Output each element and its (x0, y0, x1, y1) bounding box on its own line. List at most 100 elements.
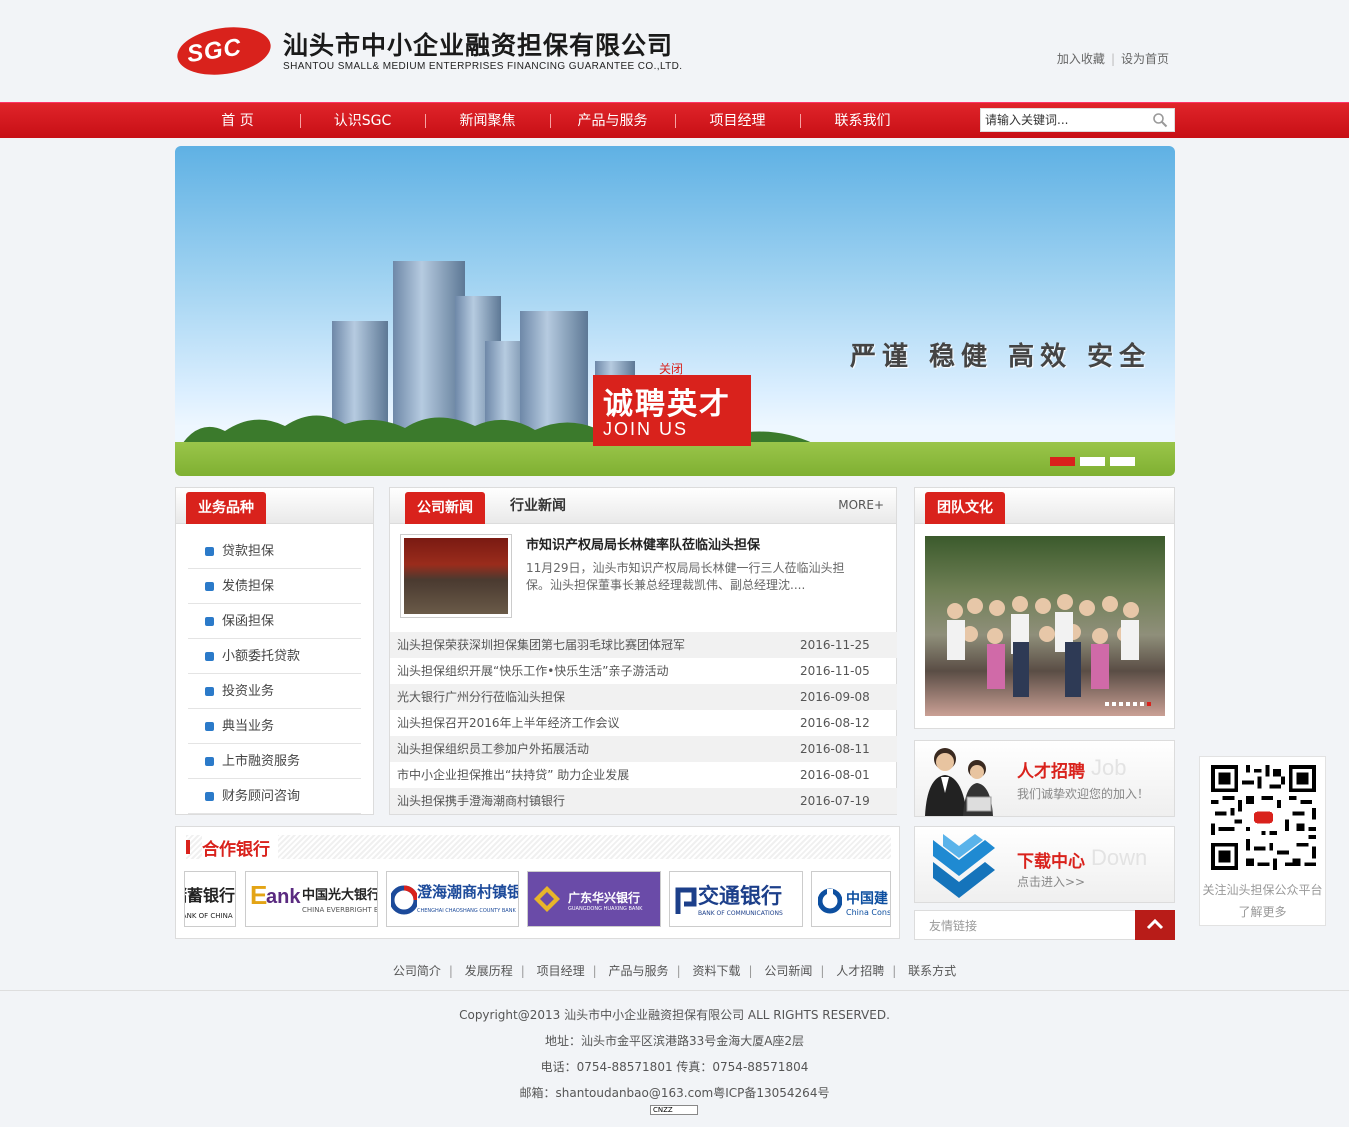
everbright-ank: ank (266, 886, 301, 908)
news-row[interactable]: 汕头担保荣获深圳担保集团第七届羽毛球比赛团体冠军 2016-11-25 (390, 632, 897, 658)
business-list: 贷款担保 发债担保 保函担保 小额委托贷款 投资业务 典当业务 上市融资服务 财… (188, 534, 361, 814)
recruit-title: 人才招聘 (1017, 762, 1085, 782)
chenghai-logo-icon (391, 885, 417, 915)
friend-links-toggle[interactable] (1135, 910, 1175, 940)
news-row[interactable]: 市中小企业担保推出“扶持贷” 助力企业发展 2016-08-01 (390, 762, 897, 788)
search-icon[interactable] (1152, 112, 1168, 128)
huaxing-logo-icon (534, 886, 560, 912)
footer-link[interactable]: 公司新闻 (764, 964, 812, 978)
chevron-up-icon (1146, 918, 1164, 930)
join-us-popup[interactable]: 诚聘英才 JOIN US (593, 375, 751, 446)
main-nav: 首 页 认识SGC 新闻聚焦 产品与服务 项目经理 联系我们 (0, 102, 1349, 138)
download-title: 下载中心 (1017, 852, 1085, 872)
team-photo[interactable] (925, 536, 1165, 716)
footer-link[interactable]: 联系方式 (908, 964, 956, 978)
search-box (980, 108, 1175, 132)
culture-panel: 团队文化 (914, 487, 1175, 729)
search-input[interactable] (981, 109, 1146, 131)
bank-logo-bocom[interactable]: 交通银行 BANK OF COMMUNICATIONS (669, 871, 803, 927)
news-row[interactable]: 汕头担保组织开展“快乐工作•快乐生活”亲子游活动 2016-11-05 (390, 658, 897, 684)
list-item[interactable]: 小额委托贷款 (188, 639, 361, 674)
slide-indicators (1050, 457, 1135, 466)
news-row[interactable]: 汕头担保组织员工参加户外拓展活动 2016-08-11 (390, 736, 897, 762)
download-title-en: Down (1091, 845, 1148, 870)
tab-industry-news[interactable]: 行业新闻 (510, 488, 566, 524)
everbright-mark: E (250, 880, 268, 910)
news-list: 汕头担保荣获深圳担保集团第七届羽毛球比赛团体冠军 2016-11-25 汕头担保组… (390, 632, 897, 814)
business-panel: 业务品种 贷款担保 发债担保 保函担保 小额委托贷款 投资业务 典当业务 上市融… (175, 487, 374, 815)
arrow-bullet-icon (205, 617, 214, 626)
footer-address: 地址：汕头市金平区滨港路33号金海大厦A座2层 (544, 1034, 805, 1048)
news-row[interactable]: 汕头担保召开2016年上半年经济工作会议 2016-08-12 (390, 710, 897, 736)
friend-links-label: 友情链接 (929, 919, 978, 933)
site-logo[interactable]: SGC 汕头市中小企业融资担保有限公司 SHANTOU SMALL& MEDIU… (174, 21, 717, 81)
footer-link[interactable]: 资料下载 (692, 964, 740, 978)
slide-dot[interactable] (1080, 457, 1105, 466)
bocom-logo-icon (675, 887, 697, 914)
featured-news-image[interactable] (400, 534, 512, 618)
list-item[interactable]: 投资业务 (188, 674, 361, 709)
nav-news[interactable]: 新闻聚焦 (425, 103, 550, 139)
business-tab: 业务品种 (186, 492, 266, 524)
slide-dot[interactable] (1050, 457, 1075, 466)
bank-logo-everbright[interactable]: E ank 中国光大银行 CHINA EVERBRIGHT BANK (245, 871, 378, 927)
more-link[interactable]: MORE+ (838, 498, 884, 512)
join-us-title-cn: 诚聘英才 (603, 387, 731, 422)
add-favorite-link[interactable]: 加入收藏 (1057, 52, 1105, 66)
footer-link[interactable]: 发展历程 (465, 964, 513, 978)
business-people-icon (925, 748, 993, 816)
list-item[interactable]: 发债担保 (188, 569, 361, 604)
slide-dot[interactable] (1110, 457, 1135, 466)
footer-copyright: Copyright@2013 汕头市中小企业融资担保有限公司 ALL RIGHT… (459, 1008, 890, 1022)
set-homepage-link[interactable]: 设为首页 (1121, 52, 1169, 66)
footer-link[interactable]: 人才招聘 (836, 964, 884, 978)
bank-logo-chenghai[interactable]: 澄海潮商村镇银行 CHENGHAI CHAOSHANG COUNTY BANK (386, 871, 519, 927)
company-name-en: SHANTOU SMALL& MEDIUM ENTERPRISES FINANC… (283, 61, 683, 72)
download-promo[interactable]: 下载中心 Down 点击进入>> (914, 826, 1175, 903)
friend-links-select[interactable]: 友情链接 (914, 910, 1175, 940)
nav-about[interactable]: 认识SGC (300, 103, 425, 139)
arrow-bullet-icon (205, 547, 214, 556)
news-row[interactable]: 汕头担保携手澄海潮商村镇银行 2016-07-19 (390, 788, 897, 814)
top-links: 加入收藏 | 设为首页 (1056, 52, 1169, 66)
news-panel: 公司新闻 行业新闻 MORE+ 市知识产权局局长林健率队莅临汕头担保 11月29… (389, 487, 897, 815)
bank-logo-ccb[interactable]: 中国建 China Constru (811, 871, 891, 927)
hero-banner[interactable]: 严谨 稳健 高效 安全 关闭 诚聘英才 JOIN US (175, 146, 1175, 476)
bank-logo-postal[interactable]: 储蓄银行 BANK OF CHINA (184, 871, 236, 927)
team-photo-indicators (1105, 702, 1151, 706)
banks-title-bar (186, 840, 190, 854)
qr-code-icon (1207, 761, 1320, 874)
arrow-bullet-icon (205, 687, 214, 696)
tab-company-news[interactable]: 公司新闻 (405, 492, 485, 524)
recruit-promo[interactable]: 人才招聘 Job 我们诚挚欢迎您的加入！ (914, 740, 1175, 817)
arrow-bullet-icon (205, 722, 214, 731)
nav-managers[interactable]: 项目经理 (675, 103, 800, 139)
nav-home[interactable]: 首 页 (175, 103, 300, 139)
list-item[interactable]: 财务顾问咨询 (188, 779, 361, 814)
list-item[interactable]: 保函担保 (188, 604, 361, 639)
footer-link[interactable]: 产品与服务 (609, 964, 669, 978)
list-item[interactable]: 贷款担保 (188, 534, 361, 569)
qr-caption-line1: 关注汕头担保公众平台 (1202, 883, 1323, 897)
recruit-subtitle: 我们诚挚欢迎您的加入！ (1017, 787, 1150, 801)
footer-link[interactable]: 项目经理 (537, 964, 585, 978)
footer-nav: 公司简介 | 发展历程 | 项目经理 | 产品与服务 | 资料下载 | 公司新闻 | 人才招… (392, 964, 957, 978)
bank-logo-huaxing[interactable]: 广东华兴银行 GUANGDONG HUAXING BANK (527, 871, 661, 927)
footer-link[interactable]: 公司简介 (393, 964, 441, 978)
featured-news-desc: 11月29日，汕头市知识产权局局长林健一行三人莅临汕头担保。汕头担保董事长兼总经… (526, 561, 845, 592)
nav-contact[interactable]: 联系我们 (800, 103, 925, 139)
team-people-graphic (947, 594, 1139, 697)
featured-news-title[interactable]: 市知识产权局局长林健率队莅临汕头担保 (526, 534, 760, 553)
news-row[interactable]: 光大银行广州分行莅临汕头担保 2016-09-08 (390, 684, 897, 710)
wechat-qr-box: 关注汕头担保公众平台 了解更多 (1199, 756, 1326, 926)
nav-products[interactable]: 产品与服务 (550, 103, 675, 139)
list-item[interactable]: 典当业务 (188, 709, 361, 744)
arrow-bullet-icon (205, 582, 214, 591)
sgc-logo-mark: SGC (174, 21, 274, 81)
footer-email: 邮箱：shantoudanbao@163.com粤ICP备13054264号 (519, 1086, 830, 1100)
list-item[interactable]: 上市融资服务 (188, 744, 361, 779)
grass-graphic (175, 442, 1175, 476)
cnzz-badge[interactable]: CNZZ (650, 1105, 698, 1115)
footer-phone: 电话：0754-88571801 传真：0754-88571804 (540, 1060, 809, 1074)
banner-slogan: 严谨 稳健 高效 安全 (850, 342, 1152, 372)
